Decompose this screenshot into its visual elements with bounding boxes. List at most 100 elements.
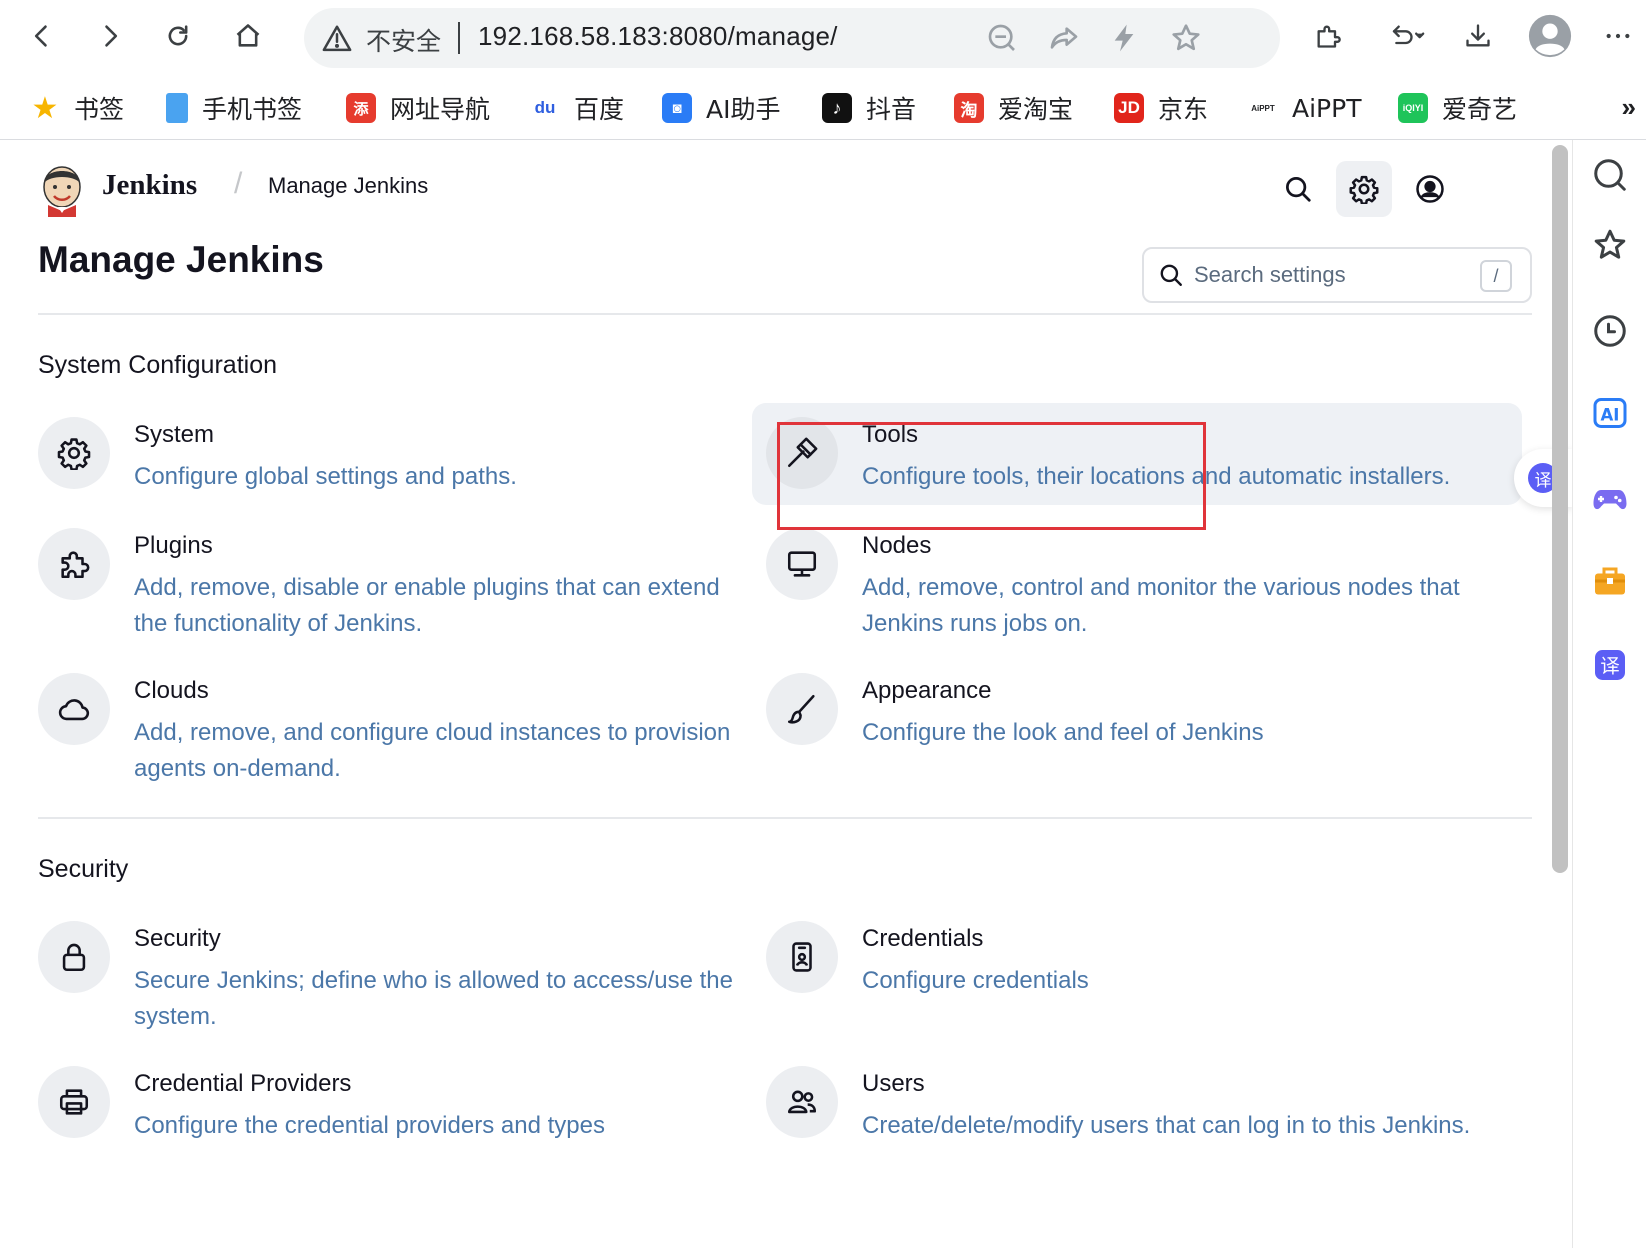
monitor-icon (766, 528, 838, 600)
baidu-icon: du (534, 98, 556, 117)
lightning-icon (1114, 24, 1134, 52)
address-bar[interactable]: 不安全 192.168.58.183:8080/manage/ (304, 8, 1280, 68)
bookmark-label: 书签 (74, 95, 125, 124)
ai-assistant-icon: ◙ (662, 93, 692, 123)
tile-description: Configure global settings and paths. (134, 463, 517, 490)
tile-description: Configure the credential providers and t… (134, 1112, 605, 1139)
toolbox-icon (1595, 567, 1625, 595)
bookmark-item[interactable]: 淘 爱淘宝 (954, 88, 1073, 128)
side-search-button[interactable] (1589, 154, 1631, 196)
bookmark-label: AiPPT (1292, 93, 1362, 123)
tile-nodes[interactable]: Nodes Add, remove, control and monitor t… (766, 528, 1486, 648)
back-button[interactable] (20, 14, 64, 58)
bookmark-item[interactable]: ♪ 抖音 (822, 88, 916, 128)
breadcrumb-separator: / (234, 167, 243, 200)
tile-appearance[interactable]: Appearance Configure the look and feel o… (766, 673, 1486, 793)
search-settings-input[interactable] (1194, 258, 1464, 292)
reload-button[interactable] (156, 14, 200, 58)
side-favorites-button[interactable] (1589, 224, 1631, 266)
tile-description: Configure credentials (862, 967, 1089, 994)
tile-users[interactable]: Users Create/delete/modify users that ca… (766, 1066, 1486, 1186)
bookmarks-bar: ★ 书签 手机书签 添 网址导航 du 百度 ◙ AI助手 ♪ 抖音 淘 爱淘宝… (0, 78, 1646, 140)
share-button[interactable] (1048, 22, 1080, 54)
bookmark-item[interactable]: iQIYI 爱奇艺 (1398, 88, 1517, 128)
chevron-left-icon (34, 25, 47, 47)
chat-search-icon (1594, 159, 1626, 191)
header-search-button[interactable] (1270, 161, 1326, 217)
side-history-button[interactable] (1589, 310, 1631, 352)
bookmark-item[interactable]: AiPPT AiPPT (1248, 88, 1361, 128)
bookmark-item[interactable]: ◙ AI助手 (662, 88, 780, 128)
printer-icon (38, 1066, 110, 1138)
ai-label: AI (1601, 406, 1620, 425)
bookmark-label: 网址导航 (390, 95, 491, 124)
zoom-out-button[interactable] (986, 22, 1018, 54)
tile-description: Add, remove, disable or enable plugins t… (134, 574, 720, 637)
tile-clouds[interactable]: Clouds Add, remove, and configure cloud … (38, 673, 758, 793)
forward-button[interactable] (88, 14, 132, 58)
side-toolbox-button[interactable] (1589, 560, 1631, 602)
url-text[interactable]: 192.168.58.183:8080/manage/ (478, 21, 838, 52)
bookmark-label: 抖音 (866, 95, 917, 124)
bookmark-item[interactable]: ★ 书签 (30, 88, 124, 128)
search-settings-box[interactable]: / (1142, 247, 1532, 303)
gear-icon (1349, 175, 1379, 204)
zoom-out-icon (988, 24, 1015, 51)
iqiyi-icon: iQIYI (1398, 93, 1428, 123)
browser-menu-button[interactable] (1596, 14, 1640, 58)
flash-button[interactable] (1108, 22, 1140, 54)
extensions-button[interactable] (1306, 14, 1350, 58)
tile-description: Create/delete/modify users that can log … (862, 1112, 1471, 1139)
search-icon (1286, 177, 1311, 202)
bookmark-label: 手机书签 (202, 95, 303, 124)
jenkins-brand[interactable]: Jenkins (102, 169, 197, 202)
tile-credential-providers[interactable]: Credential Providers Configure the crede… (38, 1066, 758, 1186)
cloud-icon (38, 673, 110, 745)
bookmark-item[interactable]: 手机书签 (166, 88, 302, 128)
tile-title: Credential Providers (134, 1070, 352, 1097)
star-outline-icon (1594, 229, 1626, 259)
undo-menu-button[interactable] (1378, 14, 1438, 58)
bookmark-item[interactable]: JD 京东 (1114, 88, 1208, 128)
home-button[interactable] (226, 14, 270, 58)
reload-icon (168, 25, 188, 46)
tile-system[interactable]: System Configure global settings and pat… (38, 417, 758, 537)
more-bookmarks-button[interactable]: » (1622, 92, 1636, 123)
bookmark-star-button[interactable] (1170, 22, 1202, 54)
bookmark-item[interactable]: du 百度 (530, 88, 624, 128)
clock-icon (1594, 315, 1626, 347)
tile-credentials[interactable]: Credentials Configure credentials (766, 921, 1486, 1041)
star-icon: ★ (31, 91, 59, 125)
divider (38, 313, 1532, 315)
page-scrollbar[interactable] (1552, 145, 1568, 873)
tile-title: Plugins (134, 532, 213, 559)
profile-button[interactable] (1524, 10, 1576, 62)
user-circle-icon (1416, 175, 1444, 203)
jenkins-page: Jenkins / Manage Jenkins Manage Jenkins … (0, 141, 1572, 1248)
search-icon (1160, 264, 1182, 286)
more-dots-icon (1606, 33, 1630, 39)
bookmark-label: 爱奇艺 (1442, 95, 1518, 124)
user-account-button[interactable] (1402, 161, 1458, 217)
tile-plugins[interactable]: Plugins Add, remove, disable or enable p… (38, 528, 758, 648)
download-button[interactable] (1456, 14, 1500, 58)
download-icon (1466, 24, 1490, 47)
gamepad-icon (1593, 490, 1627, 510)
tile-title: Users (862, 1070, 925, 1097)
tile-title: Nodes (862, 532, 932, 559)
bookmark-item[interactable]: 添 网址导航 (346, 88, 490, 128)
side-ai-button[interactable]: AI (1589, 392, 1631, 434)
tile-security[interactable]: Security Secure Jenkins; define who is a… (38, 921, 758, 1041)
jenkins-logo-icon[interactable] (38, 161, 86, 217)
manage-settings-button[interactable] (1336, 161, 1392, 217)
side-game-button[interactable] (1589, 478, 1631, 520)
breadcrumb[interactable]: Manage Jenkins (268, 173, 428, 199)
section-title-system-configuration: System Configuration (38, 351, 278, 379)
tile-title: System (134, 421, 215, 448)
share-arrow-icon (1050, 27, 1078, 49)
side-translate-button[interactable]: 译 (1589, 644, 1631, 686)
douyin-icon: ♪ (822, 93, 852, 123)
section-title-security: Security (38, 855, 129, 883)
ai-badge-icon: AI (1593, 398, 1627, 428)
translate-icon: 译 (1595, 650, 1625, 680)
